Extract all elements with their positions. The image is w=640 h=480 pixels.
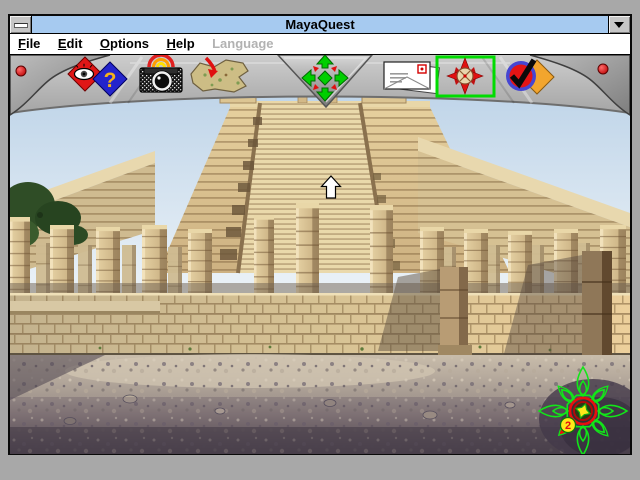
minimize-button[interactable] (608, 16, 630, 33)
menu-options[interactable]: Options (100, 34, 149, 54)
left-indicator-dot (15, 65, 27, 77)
app-window: MayaQuest File Edit Options Help Languag… (8, 14, 632, 455)
system-menu-button[interactable] (10, 16, 32, 33)
window-title: MayaQuest (285, 17, 355, 32)
scene-viewport[interactable]: 2 ? (10, 55, 630, 454)
menu-edit[interactable]: Edit (58, 34, 83, 54)
menu-bar: File Edit Options Help Language (10, 34, 630, 55)
question-glyph: ? (104, 69, 117, 92)
scene-photo[interactable]: 2 (10, 55, 630, 454)
down-triangle-icon (614, 22, 624, 28)
menu-file[interactable]: File (18, 34, 40, 54)
menu-language: Language (212, 36, 274, 51)
right-indicator-dot (597, 63, 609, 75)
mail-envelope-icon[interactable] (383, 61, 440, 95)
compass-badge: 2 (559, 416, 577, 434)
foreground-ground (10, 354, 630, 454)
title-bar[interactable]: MayaQuest (10, 16, 630, 34)
desktop: MayaQuest File Edit Options Help Languag… (0, 0, 640, 480)
menu-help[interactable]: Help (166, 34, 194, 54)
map-icon[interactable] (190, 56, 249, 93)
dash-icon (14, 23, 28, 28)
svg-text:2: 2 (565, 420, 571, 432)
